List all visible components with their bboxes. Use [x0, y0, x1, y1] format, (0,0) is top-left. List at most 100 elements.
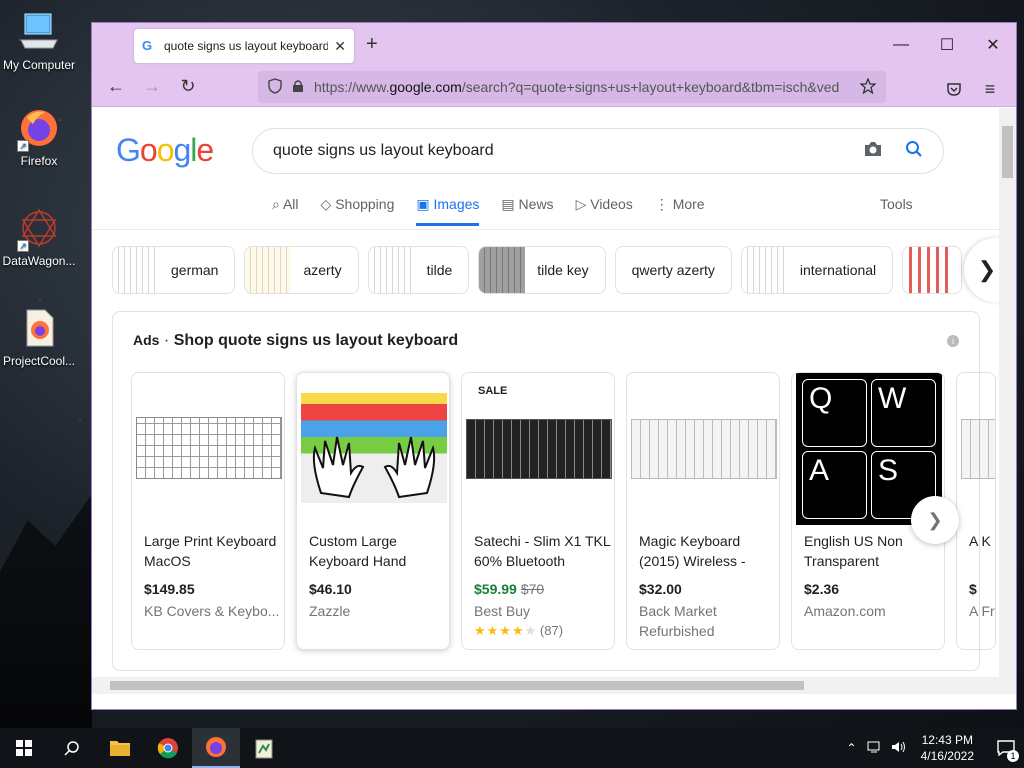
tab-all[interactable]: ⌕ All	[272, 196, 299, 226]
tools-button[interactable]: Tools	[880, 196, 913, 212]
folder-icon	[110, 741, 130, 756]
vertical-scrollbar[interactable]	[999, 108, 1016, 694]
hands-illustration	[312, 436, 436, 499]
browser-tab-active[interactable]: G quote signs us layout keyboard ✕	[134, 29, 354, 63]
firefox-icon	[206, 737, 226, 757]
search-input[interactable]: quote signs us layout keyboard	[252, 128, 944, 174]
desktop-icon-projectcool[interactable]: ProjectCool...	[0, 306, 78, 368]
tab-news[interactable]: ▤ News	[501, 196, 553, 226]
chip-azerty[interactable]: azerty	[244, 246, 359, 294]
forward-button[interactable]: →	[134, 69, 170, 105]
product-name: Magic Keyboard (2015) Wireless -	[639, 533, 746, 569]
google-logo[interactable]: Google	[116, 132, 214, 169]
desktop-icon-label: ProjectCool...	[2, 354, 76, 368]
tab-close-icon[interactable]: ✕	[334, 38, 346, 55]
product-price: $	[969, 581, 977, 597]
related-chips: german azerty tilde tilde key qwerty aze…	[112, 246, 971, 294]
taskbar-app[interactable]	[240, 728, 288, 768]
product-store: Back Market Refurbished	[639, 603, 717, 639]
menu-icon[interactable]: ≡	[972, 71, 1008, 107]
close-window-button[interactable]: ✕	[970, 23, 1016, 67]
search-tabs: ⌕ All ◇ Shopping ▣ Images ▤ News ▷ Video…	[272, 196, 727, 226]
search-button[interactable]	[48, 728, 96, 768]
notifications-button[interactable]: 1	[988, 728, 1024, 768]
back-button[interactable]: ←	[98, 69, 134, 105]
search-icon[interactable]	[905, 140, 923, 163]
chip-tilde[interactable]: tilde	[367, 246, 470, 294]
chevron-up-icon[interactable]: ⌃	[847, 741, 857, 755]
product-store: Zazzle	[309, 603, 351, 619]
chip-german[interactable]: german	[112, 246, 236, 294]
product-card[interactable]: Magic Keyboard (2015) Wireless - $32.00 …	[626, 372, 780, 650]
new-tab-button[interactable]: +	[366, 33, 378, 56]
more-vert-icon: ⋮	[654, 196, 669, 212]
page-content: Google quote signs us layout keyboard ⌕ …	[92, 108, 1000, 694]
taskbar-chrome[interactable]	[144, 728, 192, 768]
pocket-icon[interactable]	[936, 71, 972, 107]
desktop-icon-label: Firefox	[20, 154, 58, 168]
address-bar[interactable]: https://www.google.com/search?q=quote+si…	[258, 71, 886, 103]
desktop-icon-my-computer[interactable]: My Computer	[0, 10, 78, 72]
product-card[interactable]: Large Print Keyboard MacOS $149.85 KB Co…	[131, 372, 285, 650]
computer-icon	[17, 10, 61, 54]
clock[interactable]: 12:43 PM 4/16/2022	[921, 732, 974, 764]
taskbar-file-explorer[interactable]	[96, 728, 144, 768]
camera-icon[interactable]	[863, 140, 883, 163]
notepad-icon	[255, 739, 273, 759]
tab-title: quote signs us layout keyboard	[164, 39, 329, 53]
product-store: KB Covers & Keybo...	[144, 603, 280, 619]
chip-thumbnail	[113, 247, 159, 293]
product-name: Large Print Keyboard MacOS	[144, 533, 277, 569]
lock-icon[interactable]	[292, 79, 304, 96]
horizontal-scrollbar[interactable]	[92, 677, 1000, 694]
chip-thumbnail	[368, 247, 415, 293]
logo-letter: e	[196, 132, 214, 168]
sticker-key: Q	[802, 379, 867, 447]
volume-icon[interactable]	[891, 740, 907, 757]
scrollbar-thumb[interactable]	[110, 681, 804, 690]
chip-tilde-key[interactable]: tilde key	[478, 246, 606, 294]
logo-letter: g	[173, 132, 191, 168]
tab-more[interactable]: ⋮ More	[655, 196, 705, 226]
chip-international[interactable]: international	[740, 246, 894, 294]
product-name: A K	[969, 533, 991, 549]
tab-videos[interactable]: ▷ Videos	[576, 196, 633, 226]
logo-letter: o	[139, 132, 158, 168]
shortcut-arrow-icon: ↗	[17, 240, 29, 252]
carousel-next-button[interactable]: ❯	[911, 496, 959, 544]
start-button[interactable]	[0, 728, 48, 768]
window-controls: — ☐ ✕	[878, 23, 1016, 67]
bookmark-star-icon[interactable]	[859, 76, 877, 97]
reload-button[interactable]: ↻	[170, 69, 206, 105]
product-card[interactable]: SALE Satechi - Slim X1 TKL 60% Bluetooth…	[461, 372, 615, 650]
minimize-button[interactable]: —	[878, 23, 924, 67]
desktop-icon-datawagon[interactable]: ↗ DataWagon...	[0, 206, 78, 268]
info-icon[interactable]: i	[947, 335, 959, 347]
network-icon[interactable]	[867, 740, 883, 757]
maximize-button[interactable]: ☐	[924, 23, 970, 67]
notification-count: 1	[1007, 750, 1019, 762]
tab-shopping[interactable]: ◇ Shopping	[321, 196, 395, 226]
product-price: $59.99 $70	[474, 581, 545, 597]
scrollbar-thumb[interactable]	[1002, 126, 1013, 178]
windows-logo-icon	[16, 740, 32, 756]
product-image	[961, 419, 995, 479]
product-card[interactable]: Custom Large Keyboard Hand $46.10 Zazzle	[296, 372, 450, 650]
ads-heading: Ads · Shop quote signs us layout keyboar…	[133, 332, 459, 349]
star-rating-icon: ★★★★	[474, 623, 525, 638]
product-rating: ★★★★★ (87)	[474, 623, 564, 638]
html-file-icon	[17, 306, 61, 350]
tab-images[interactable]: ▣ Images	[416, 196, 480, 226]
chip-thumbnail	[245, 247, 292, 293]
system-tray: ⌃ 12:43 PM 4/16/2022 1	[847, 728, 1024, 768]
desktop-icon-firefox[interactable]: ↗ Firefox	[0, 106, 78, 168]
firefox-icon: ↗	[17, 106, 61, 152]
sticker-key: W	[871, 379, 936, 447]
shield-icon[interactable]	[268, 77, 282, 97]
chip-partial[interactable]	[902, 246, 963, 294]
chip-thumbnail	[741, 247, 788, 293]
taskbar-firefox[interactable]	[192, 728, 240, 768]
product-card-partial[interactable]: A K $ A Fr	[956, 372, 996, 650]
product-image	[136, 417, 282, 479]
chip-qwerty-azerty[interactable]: qwerty azerty	[614, 246, 732, 294]
